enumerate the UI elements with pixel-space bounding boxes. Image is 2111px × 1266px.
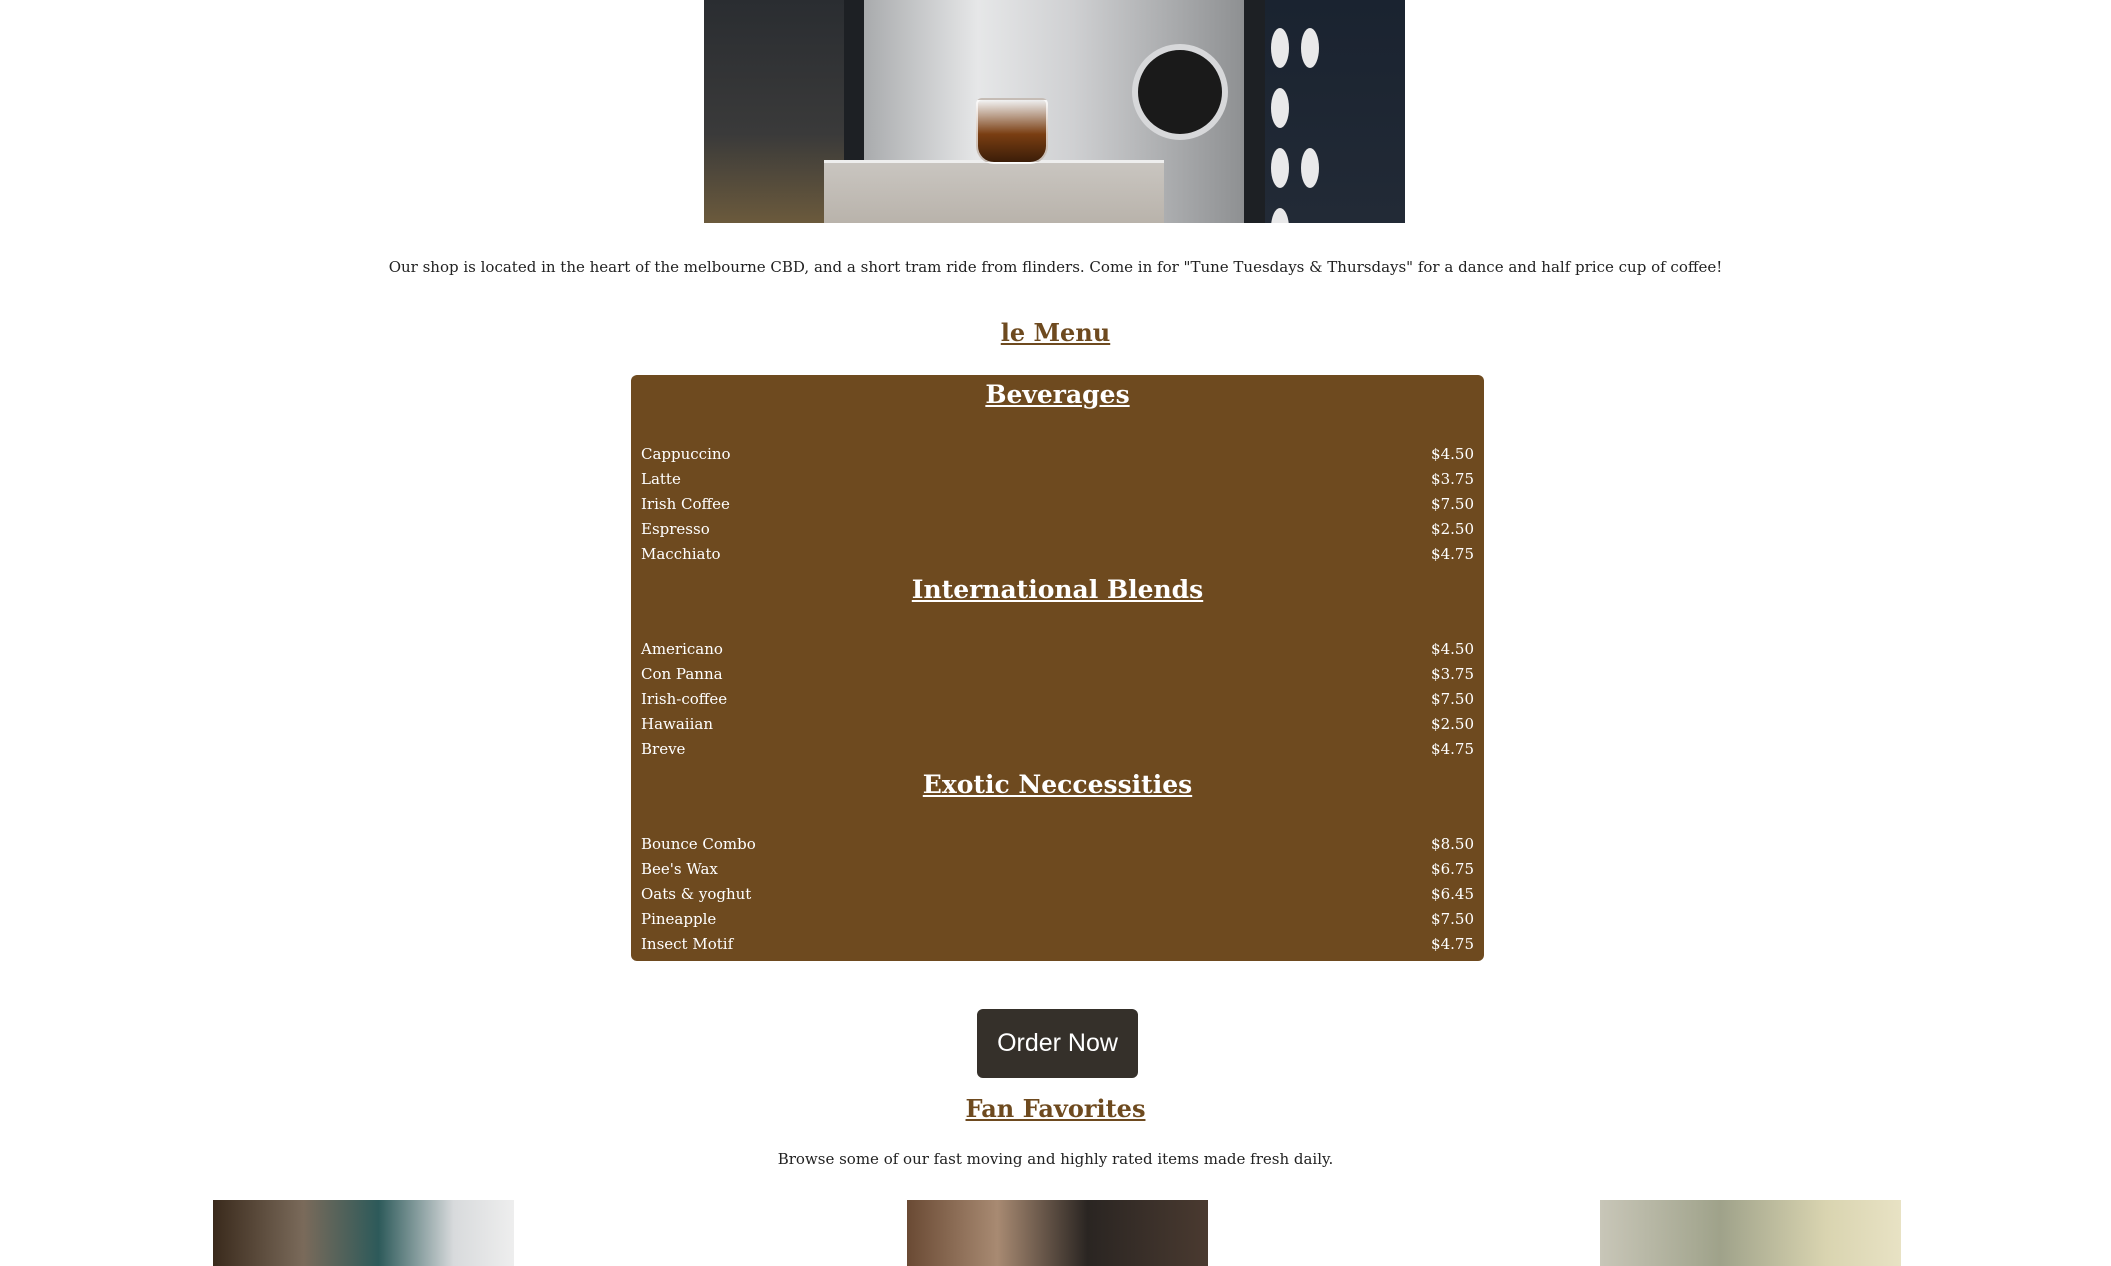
item-price: $6.75 (1431, 860, 1474, 878)
item-name: Oats & yoghut (641, 885, 752, 903)
menu-item: Insect Motif $4.75 (641, 932, 1474, 957)
item-price: $2.50 (1431, 520, 1474, 538)
item-name: Insect Motif (641, 935, 734, 953)
item-price: $7.50 (1431, 910, 1474, 928)
favorite-image-barista[interactable] (213, 1200, 514, 1266)
espresso-cup (976, 98, 1048, 164)
menu-item: Espresso $2.50 (641, 517, 1474, 542)
item-name: Con Panna (641, 665, 723, 683)
item-price: $4.75 (1431, 935, 1474, 953)
menu-section-title: Beverages (985, 380, 1130, 409)
fan-favorites-description: Browse some of our fast moving and highl… (777, 1150, 1334, 1168)
order-now-button[interactable]: Order Now (977, 1009, 1138, 1078)
item-name: Irish Coffee (641, 495, 730, 513)
menu-item: Irish Coffee $7.50 (641, 492, 1474, 517)
menu-section-title: International Blends (911, 575, 1204, 604)
item-name: Espresso (641, 520, 710, 538)
item-price: $4.75 (1431, 545, 1474, 563)
item-price: $2.50 (1431, 715, 1474, 733)
intro-paragraph: Our shop is located in the heart of the … (388, 258, 1723, 276)
item-price: $8.50 (1431, 835, 1474, 853)
item-price: $6.45 (1431, 885, 1474, 903)
favorite-image-iced-drink[interactable] (1600, 1200, 1901, 1266)
item-name: Macchiato (641, 545, 721, 563)
fan-favorites-heading: Fan Favorites (965, 1094, 1146, 1123)
menu-item: Hawaiian $2.50 (641, 712, 1474, 737)
item-name: Breve (641, 740, 686, 758)
favorite-image-pour-over[interactable] (907, 1200, 1208, 1266)
menu-item: Irish-coffee $7.50 (641, 687, 1474, 712)
pressure-gauge (1132, 44, 1228, 140)
menu-item: Bee's Wax $6.75 (641, 857, 1474, 882)
menu-item: Latte $3.75 (641, 467, 1474, 492)
item-name: Americano (641, 640, 723, 658)
menu-item: Oats & yoghut $6.45 (641, 882, 1474, 907)
item-name: Hawaiian (641, 715, 714, 733)
menu-item: Breve $4.75 (641, 737, 1474, 762)
item-price: $7.50 (1431, 495, 1474, 513)
menu-item: Con Panna $3.75 (641, 662, 1474, 687)
item-name: Pineapple (641, 910, 717, 928)
menu-board: Beverages Cappuccino $4.50 Latte $3.75 I… (631, 375, 1484, 961)
menu-section-title: Exotic Neccessities (922, 770, 1193, 799)
menu-item: Bounce Combo $8.50 (641, 832, 1474, 857)
item-price: $4.50 (1431, 640, 1474, 658)
item-name: Latte (641, 470, 681, 488)
menu-item: Macchiato $4.75 (641, 542, 1474, 567)
item-price: $4.50 (1431, 445, 1474, 463)
page: Our shop is located in the heart of the … (0, 0, 2111, 1266)
item-name: Bounce Combo (641, 835, 756, 853)
item-price: $7.50 (1431, 690, 1474, 708)
menu-item: Pineapple $7.50 (641, 907, 1474, 932)
item-name: Irish-coffee (641, 690, 728, 708)
item-price: $3.75 (1431, 665, 1474, 683)
item-name: Cappuccino (641, 445, 731, 463)
menu-heading: le Menu (1000, 318, 1111, 347)
item-price: $4.75 (1431, 740, 1474, 758)
menu-item: Americano $4.50 (641, 637, 1474, 662)
item-name: Bee's Wax (641, 860, 718, 878)
item-price: $3.75 (1431, 470, 1474, 488)
hero-image (704, 0, 1405, 223)
menu-item: Cappuccino $4.50 (641, 442, 1474, 467)
